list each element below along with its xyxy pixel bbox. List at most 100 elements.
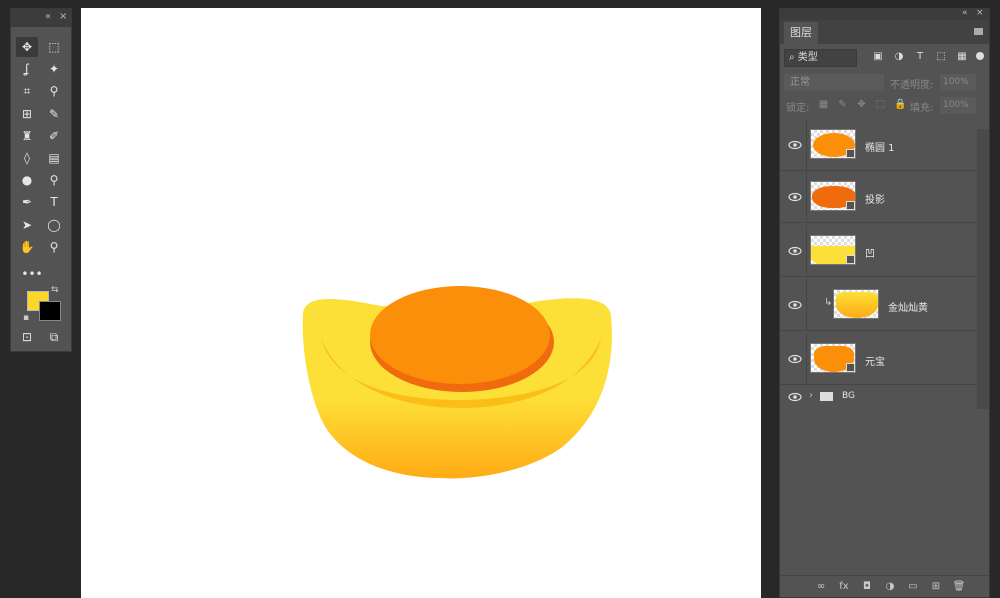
zoom-icon[interactable]: ⚲ <box>43 237 65 257</box>
layer-thumbnail[interactable] <box>833 289 879 319</box>
chevron-right-icon[interactable]: › <box>809 390 813 401</box>
background-color-swatch[interactable] <box>39 301 61 321</box>
lasso-icon[interactable]: ʆ <box>16 59 38 79</box>
clipping-mask-icon: ↳ <box>824 297 833 308</box>
adjustment-layer-icon[interactable]: ◑ <box>883 580 897 594</box>
layer-row[interactable]: 元宝 <box>780 333 976 385</box>
tab-layers[interactable]: 图层 <box>784 22 818 44</box>
lock-pixels-icon[interactable]: ✎ <box>837 99 848 110</box>
layer-thumbnail[interactable] <box>810 181 856 211</box>
lock-all-icon[interactable]: 🔒 <box>894 99 906 110</box>
eye-icon[interactable] <box>788 191 802 203</box>
layer-row[interactable]: 椭圆 1 <box>780 119 976 171</box>
layer-name: BG <box>842 391 855 401</box>
layers-footer: ∞ fx ◘ ◑ ▭ ⊞ 🗑 <box>780 575 989 597</box>
smart-object-filter-icon[interactable]: ▦ <box>956 51 968 63</box>
healing-brush-icon[interactable]: ⊞ <box>16 104 38 124</box>
ingot-artwork <box>302 286 612 479</box>
new-layer-icon[interactable]: ⊞ <box>929 580 943 594</box>
opacity-label: 不透明度: <box>890 80 934 91</box>
layer-thumbnail[interactable] <box>810 343 856 373</box>
close-icon[interactable]: × <box>59 11 67 22</box>
collapse-icon[interactable]: « <box>45 11 51 22</box>
ingot-top-ellipse <box>370 286 550 384</box>
layer-row[interactable]: 投影 <box>780 171 976 223</box>
shape-badge-icon <box>846 149 855 158</box>
hand-icon[interactable]: ✋ <box>16 237 38 257</box>
layer-name[interactable]: 凹 <box>865 245 875 260</box>
opacity-input[interactable]: 100% <box>940 74 976 91</box>
tools-panel: « × ✥ ⬚ ʆ ✦ ⌗ ⚲ ⊞ ✎ ♜ ✐ ◊ ▤ ● ⚲ ✒ T ➤ ◯ ✋ ⚲ ••• ⇆ ▪ ⊡ ⧉ <box>10 8 72 352</box>
lock-artboard-icon[interactable]: ⬚ <box>875 99 886 110</box>
layers-scrollbar[interactable] <box>977 129 989 409</box>
eye-icon[interactable] <box>788 391 802 403</box>
layer-group-bg[interactable]: › BG <box>780 387 976 407</box>
folder-icon <box>820 392 833 401</box>
layer-separator <box>806 333 807 384</box>
layers-tabbar: 图层 <box>780 20 989 44</box>
document-canvas[interactable] <box>81 8 761 598</box>
layer-separator <box>806 119 807 170</box>
layer-thumbnail[interactable] <box>810 129 856 159</box>
layer-row[interactable]: 凹 <box>780 225 976 277</box>
path-selection-icon[interactable]: ➤ <box>16 215 38 235</box>
eraser-icon[interactable]: ◊ <box>16 148 38 168</box>
move-icon[interactable]: ✥ <box>16 37 38 57</box>
eyedropper-icon[interactable]: ⚲ <box>43 81 65 101</box>
pen-icon[interactable]: ✒ <box>16 192 38 212</box>
lock-row: 锁定: ▦ ✎ ✥ ⬚ 🔒 填充: 100% <box>780 95 989 117</box>
brush-icon[interactable]: ✎ <box>43 104 65 124</box>
type-icon[interactable]: T <box>43 192 65 212</box>
close-icon[interactable]: × <box>976 8 984 18</box>
tools-panel-header: « × <box>11 9 71 27</box>
history-brush-icon[interactable]: ✐ <box>43 126 65 146</box>
layer-name[interactable]: 椭圆 1 <box>865 139 895 154</box>
ellipse-icon[interactable]: ◯ <box>43 215 65 235</box>
type-filter-icon[interactable]: T <box>914 51 926 63</box>
eye-icon[interactable] <box>788 299 802 311</box>
magic-wand-icon[interactable]: ✦ <box>43 59 65 79</box>
more-tools-icon[interactable]: ••• <box>19 264 45 284</box>
delete-layer-icon[interactable]: 🗑 <box>952 580 966 594</box>
new-group-icon[interactable]: ▭ <box>906 580 920 594</box>
dodge-icon[interactable]: ⚲ <box>43 170 65 190</box>
eye-icon[interactable] <box>788 353 802 365</box>
layer-row[interactable]: ↳ 金灿灿黄 <box>780 279 976 331</box>
shape-badge-icon <box>846 255 855 264</box>
default-colors-icon[interactable]: ▪ <box>23 313 29 323</box>
fx-icon[interactable]: fx <box>837 580 851 594</box>
lock-position-icon[interactable]: ✥ <box>856 99 867 110</box>
link-icon[interactable]: ∞ <box>814 580 828 594</box>
eye-icon[interactable] <box>788 245 802 257</box>
layers-panel-top: « × <box>780 8 989 20</box>
collapse-icon[interactable]: « <box>962 8 968 18</box>
shape-filter-icon[interactable]: ⬚ <box>935 51 947 63</box>
thumb-shape <box>836 292 878 318</box>
crop-icon[interactable]: ⌗ <box>16 81 38 101</box>
quick-mask-icon[interactable]: ⊡ <box>16 327 38 347</box>
layer-separator <box>806 279 807 330</box>
marquee-icon[interactable]: ⬚ <box>43 37 65 57</box>
filter-toggle-icon[interactable] <box>976 52 984 60</box>
layer-separator <box>806 171 807 222</box>
layers-panel: « × 图层 ⌕ 类型 ▣ ◑ T ⬚ ▦ 正常 不透明度: 100% 锁定: ▦ ✎ ✥ ⬚… <box>779 8 990 598</box>
filter-type-select[interactable]: ⌕ 类型 <box>784 49 857 67</box>
layer-name[interactable]: 金灿灿黄 <box>888 299 928 314</box>
lock-transparent-icon[interactable]: ▦ <box>818 99 829 110</box>
panel-menu-icon[interactable] <box>974 28 983 35</box>
filter-row: ⌕ 类型 ▣ ◑ T ⬚ ▦ <box>780 46 989 71</box>
layer-name[interactable]: 元宝 <box>865 353 885 368</box>
add-mask-icon[interactable]: ◘ <box>860 580 874 594</box>
screen-mode-icon[interactable]: ⧉ <box>43 327 65 347</box>
swap-colors-icon[interactable]: ⇆ <box>51 285 59 295</box>
fill-input[interactable]: 100% <box>940 97 976 114</box>
pixel-filter-icon[interactable]: ▣ <box>872 51 884 63</box>
gradient-icon[interactable]: ▤ <box>43 148 65 168</box>
blur-icon[interactable]: ● <box>16 170 38 190</box>
adjustment-filter-icon[interactable]: ◑ <box>893 51 905 63</box>
layer-name[interactable]: 投影 <box>865 191 885 206</box>
stamp-icon[interactable]: ♜ <box>16 126 38 146</box>
blend-mode-select[interactable]: 正常 <box>784 74 884 91</box>
layer-thumbnail[interactable] <box>810 235 856 265</box>
eye-icon[interactable] <box>788 139 802 151</box>
